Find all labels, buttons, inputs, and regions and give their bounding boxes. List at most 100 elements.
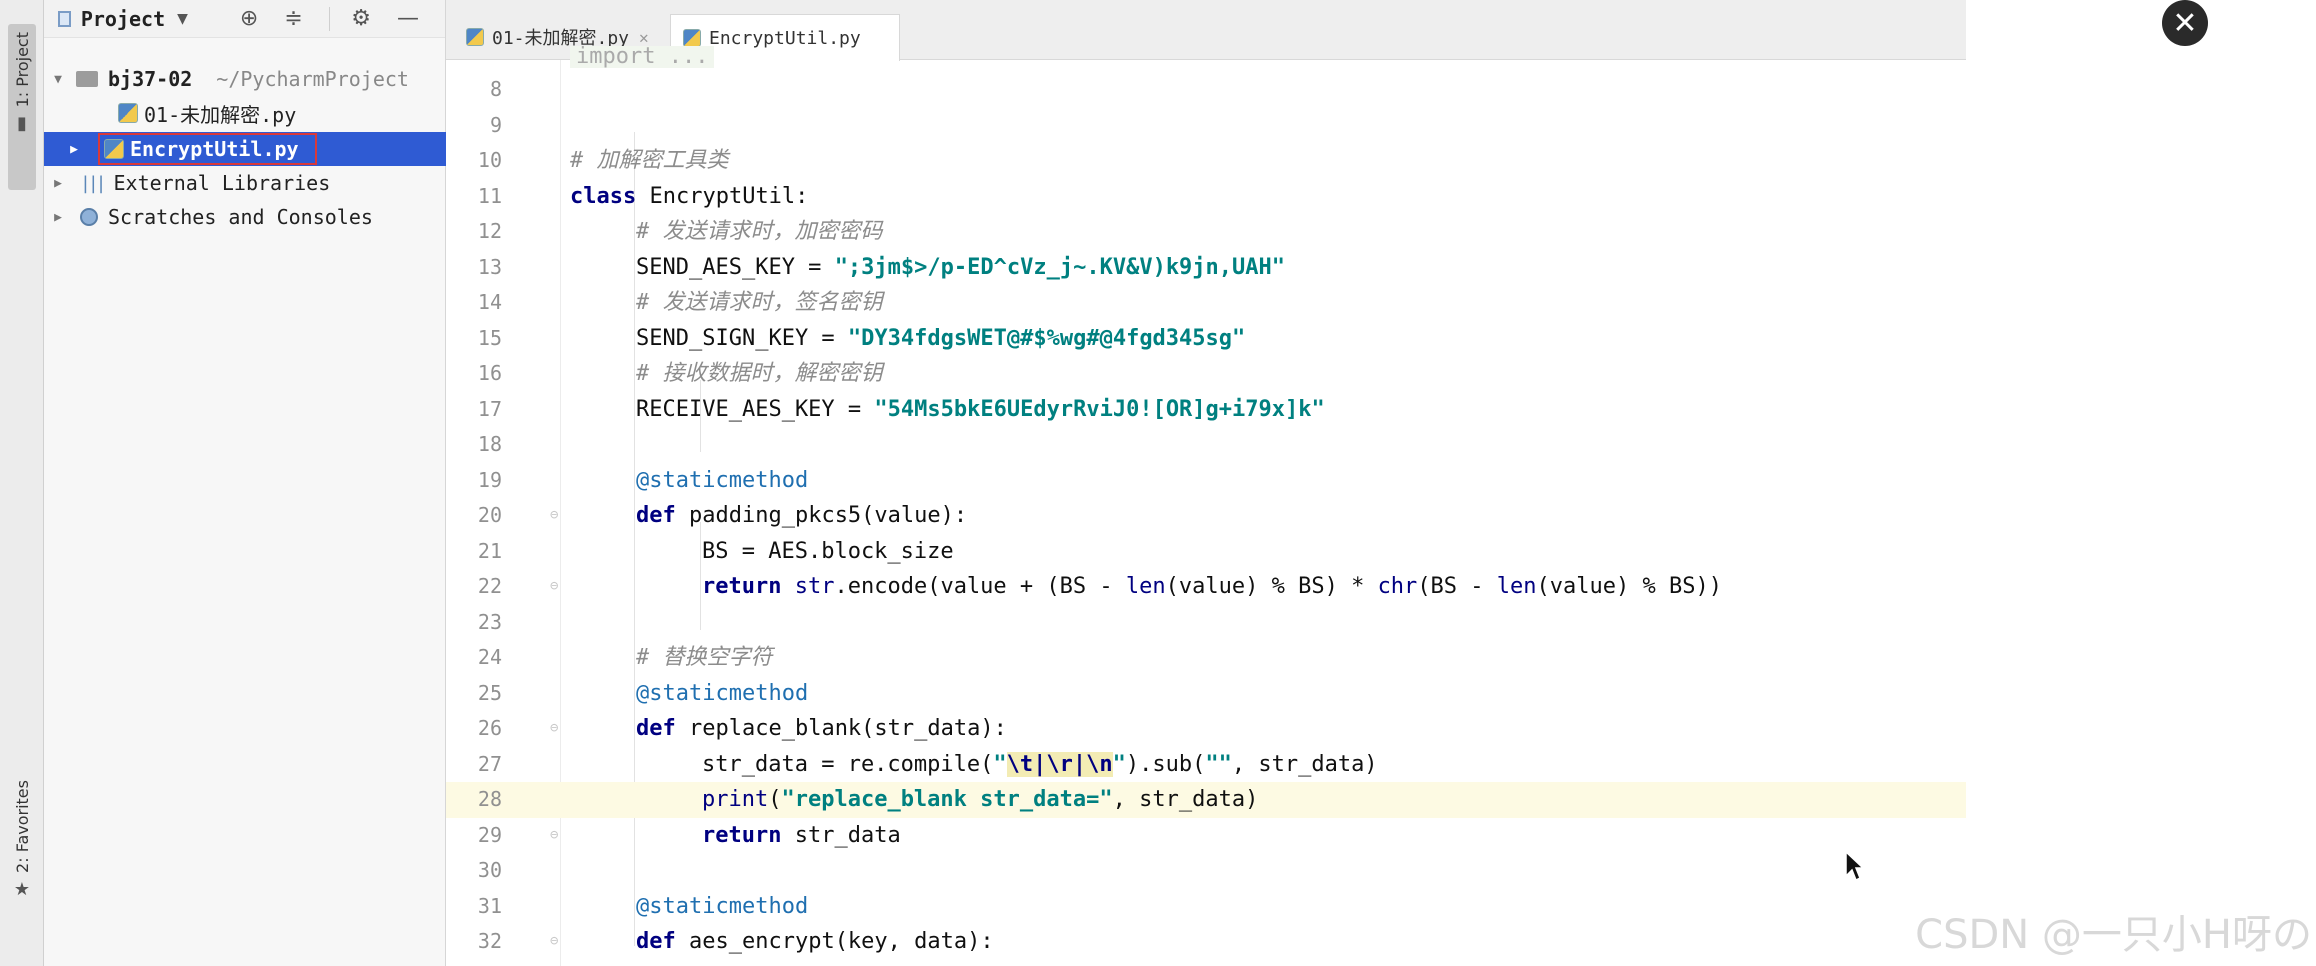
code-line: 29 ⊖ return str_data — [446, 818, 1966, 854]
line-number: 31 — [477, 893, 502, 918]
code-keyword: class — [570, 183, 637, 209]
code-area[interactable]: import ... 8 9 10 # 加解密工具类 11 class Encryp… — [446, 46, 1966, 966]
line-number: 25 — [477, 680, 502, 705]
code-comment: # 接收数据时，解密密钥 — [636, 361, 883, 386]
locate-icon[interactable]: ⊕ — [240, 6, 258, 31]
tree-item-file[interactable]: 01-未加解密.py — [44, 96, 446, 130]
line-number: 28 — [477, 787, 502, 811]
line-number: 27 — [477, 751, 502, 776]
code-line: 25 @staticmethod — [446, 676, 1966, 712]
code-text: ( — [768, 787, 782, 812]
code-line: 21 BS = AES.block_size — [446, 534, 1966, 570]
chevron-right-icon[interactable]: ▶ — [50, 210, 66, 225]
code-line: 9 — [446, 108, 1966, 144]
code-line: 26 ⊖ def replace_blank(str_data): — [446, 711, 1966, 747]
chevron-down-icon[interactable]: ▼ — [50, 72, 66, 87]
tree-item-label: Scratches and Consoles — [108, 205, 373, 229]
code-decorator: @staticmethod — [636, 680, 809, 706]
code-text: , str_data) — [1112, 787, 1259, 812]
selection-highlight-box: EncryptUtil.py — [98, 133, 317, 165]
code-comment: # 替换空字符 — [636, 645, 773, 670]
chevron-right-icon[interactable]: ▶ — [50, 176, 66, 191]
chevron-down-icon[interactable]: ▼ — [177, 11, 188, 27]
line-number: 15 — [477, 325, 502, 350]
python-file-icon — [683, 29, 701, 47]
code-decorator: @staticmethod — [636, 467, 809, 493]
tree-item-label: 01-未加解密.py — [144, 102, 297, 127]
close-icon[interactable]: ✕ — [639, 28, 649, 47]
code-string: "" — [1205, 751, 1232, 777]
line-number: 26 — [477, 716, 502, 740]
code-line: 15 SEND_SIGN_KEY = "DY34fdgsWET@#$%wg#@4f… — [446, 321, 1966, 357]
project-view-selector[interactable]: Project — [81, 7, 165, 31]
code-comment: # 加解密工具类 — [570, 148, 729, 173]
code-text: aes_encrypt(key, data): — [675, 929, 994, 954]
code-line: 18 — [446, 427, 1966, 463]
tool-tab-favorites[interactable]: 2: Favorites ★ — [8, 780, 36, 950]
line-number: 20 — [477, 503, 502, 527]
fold-icon[interactable]: ⊖ — [550, 569, 558, 605]
code-text: (value) % BS)) — [1536, 574, 1722, 599]
code-keyword: return — [702, 574, 782, 599]
line-number: 32 — [477, 929, 502, 953]
tree-item-label: EncryptUtil.py — [130, 137, 299, 161]
code-line: 12 # 发送请求时，加密密码 — [446, 214, 1966, 250]
tree-item-label: bj37-02 — [108, 67, 193, 91]
line-number: 10 — [477, 148, 502, 172]
ide-window: 1: Project ▮ 2: Favorites ★ Project ▼ ⊕ … — [0, 0, 1966, 966]
code-line: 19 @staticmethod — [446, 463, 1966, 499]
line-number: 9 — [489, 112, 502, 137]
folder-icon — [76, 71, 98, 87]
fold-icon[interactable]: ⊖ — [550, 818, 558, 854]
fold-icon[interactable]: ⊖ — [550, 924, 558, 960]
code-line: 16 # 接收数据时，解密密钥 — [446, 356, 1966, 392]
library-icon: ||| — [80, 172, 106, 194]
project-toolbar: Project ▼ ⊕ ≑ ⚙ — — [44, 0, 445, 38]
tool-tab-project[interactable]: 1: Project ▮ — [8, 24, 36, 190]
star-icon: ★ — [13, 878, 31, 900]
code-text: ).sub( — [1125, 751, 1206, 777]
code-text: replace_blank(str_data): — [675, 716, 1007, 741]
fold-icon[interactable]: ⊖ — [550, 711, 558, 747]
tree-item-file-selected[interactable]: ▶ EncryptUtil.py — [44, 132, 446, 166]
code-builtin: len — [1496, 574, 1537, 599]
line-number: 8 — [489, 77, 502, 101]
code-text: str_data = re.compile( — [702, 751, 994, 777]
line-number: 19 — [477, 467, 502, 492]
code-line: 20 ⊖ def padding_pkcs5(value): — [446, 498, 1966, 534]
fold-icon[interactable]: ⊖ — [550, 498, 558, 534]
scratches-icon — [80, 208, 98, 226]
collapse-icon[interactable]: ≑ — [284, 6, 302, 31]
tree-item-project-root[interactable]: ▼ bj37-02 ~/PycharmProject — [44, 62, 446, 96]
line-number: 13 — [477, 254, 502, 279]
code-decorator: @staticmethod — [636, 893, 809, 919]
code-line: 22 ⊖ return str.encode(value + (BS - len(v… — [446, 569, 1966, 605]
code-keyword: return — [702, 822, 782, 848]
editor: 01-未加解密.py ✕ EncryptUtil.py import ... 8… — [446, 0, 1966, 966]
code-text: SEND_AES_KEY = — [636, 254, 835, 280]
code-line: 30 — [446, 853, 1966, 889]
code-line: 13 SEND_AES_KEY = ";3jm$>/p-ED^cVz_j~.KV&… — [446, 250, 1966, 286]
code-line: 32 ⊖ def aes_encrypt(key, data): — [446, 924, 1966, 960]
line-number: 29 — [477, 822, 502, 847]
code-text: str_data — [781, 822, 901, 848]
project-icon — [58, 10, 71, 27]
code-comment: # 发送请求时，加密密码 — [636, 219, 883, 244]
tree-item-scratches[interactable]: ▶ Scratches and Consoles — [44, 200, 446, 234]
code-text: BS = AES.block_size — [702, 538, 954, 564]
watermark: CSDN @一只小H呀の — [1915, 912, 2312, 958]
chevron-right-icon[interactable]: ▶ — [66, 142, 82, 157]
folded-import[interactable]: import ... — [570, 46, 715, 68]
hide-icon[interactable]: — — [397, 6, 419, 31]
code-string: " — [993, 751, 1007, 777]
code-builtin: str — [794, 574, 835, 599]
code-text: , str_data) — [1231, 751, 1378, 777]
gear-icon[interactable]: ⚙ — [351, 6, 371, 31]
code-text: SEND_SIGN_KEY = — [636, 325, 848, 351]
code-line-current: 28 print("replace_blank str_data=", str_d… — [446, 782, 1966, 818]
code-keyword: def — [636, 929, 676, 954]
close-icon[interactable]: ✕ — [2162, 0, 2208, 46]
tree-item-external-libraries[interactable]: ▶ ||| External Libraries — [44, 166, 446, 200]
line-number: 23 — [477, 609, 502, 634]
